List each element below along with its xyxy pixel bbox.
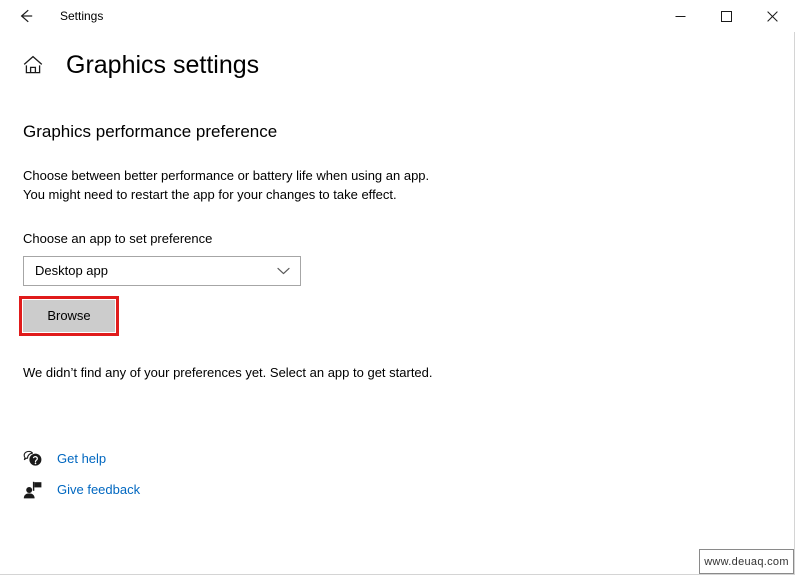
app-type-dropdown[interactable]: Desktop app [23,256,301,286]
main-content: Graphics performance preference Choose b… [19,120,543,382]
browse-button[interactable]: Browse [23,300,115,332]
feedback-person-icon-wrap [22,479,44,501]
title-bar: Settings [0,0,795,32]
close-button[interactable] [749,0,795,32]
watermark: www.deuaq.com [699,549,794,574]
help-bubble-icon [23,450,42,466]
page-header: Graphics settings [22,50,259,80]
get-help-link-label: Get help [57,450,107,466]
maximize-icon [720,10,732,22]
get-help-link[interactable]: Get help [22,443,140,474]
settings-window: Settings Graphics settings Graphics perf… [0,0,795,575]
description-line-2: You might need to restart the app for yo… [23,187,397,202]
give-feedback-link[interactable]: Give feedback [22,474,140,505]
minimize-icon [675,15,685,17]
section-heading: Graphics performance preference [23,122,278,141]
give-feedback-link-label: Give feedback [57,481,141,497]
back-button[interactable] [6,0,46,32]
help-bubble-icon-wrap [22,448,44,470]
back-arrow-icon [20,9,33,23]
empty-state-message: We didn’t find any of your preferences y… [23,365,433,380]
caption-buttons [657,0,795,32]
maximize-button[interactable] [703,0,749,32]
app-type-dropdown-value: Desktop app [35,263,108,278]
description-line-1: Choose between better performance or bat… [23,168,430,183]
footer-links: Get help Give feedback [22,443,140,505]
window-title: Settings [60,9,104,23]
page-title: Graphics settings [66,51,260,79]
close-icon [766,10,778,22]
app-picker-label: Choose an app to set preference [23,231,213,246]
minimize-button[interactable] [657,0,703,32]
browse-button-group: Browse [19,296,119,336]
home-icon[interactable] [22,54,44,76]
chevron-down-icon [277,267,290,275]
feedback-person-icon [23,481,42,498]
